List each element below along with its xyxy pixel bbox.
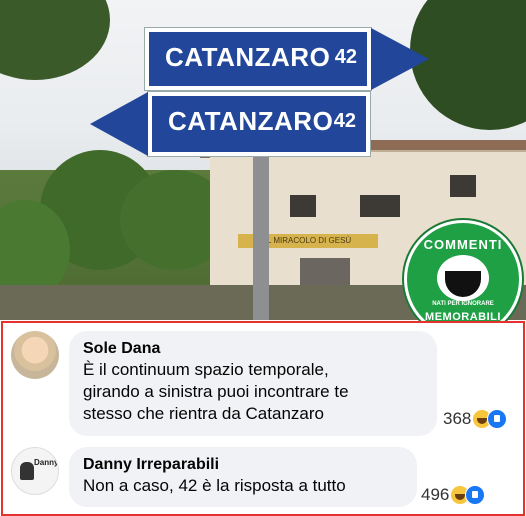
comment-text-line: girando a sinistra puoi incontrare te xyxy=(83,382,349,401)
like-icon xyxy=(465,485,486,505)
sign-distance: 42 xyxy=(334,46,357,68)
avatar-label: Danny xyxy=(34,458,59,467)
sign-distance: 42 xyxy=(333,110,356,132)
comment-text-line: È il continuum spazio temporale, xyxy=(83,360,329,379)
like-icon xyxy=(487,409,508,429)
comment-bubble: Sole Dana È il continuum spazio temporal… xyxy=(69,331,437,436)
comment-text-line: Non a caso, 42 è la risposta a tutto xyxy=(83,476,346,495)
comment-bubble: Danny Irreparabili Non a caso, 42 è la r… xyxy=(69,447,417,507)
sign-catanzaro-left: CATANZARO 42 xyxy=(90,92,370,156)
avatar[interactable] xyxy=(11,331,59,379)
reaction-summary[interactable]: 368 xyxy=(443,409,508,429)
post-image: IL MIRACOLO DI GESÙ CATANZARO 42 CATANZA… xyxy=(0,0,526,516)
comment-author[interactable]: Sole Dana xyxy=(83,339,423,359)
sign-catanzaro-right: CATANZARO 42 xyxy=(145,28,429,90)
reaction-count: 496 xyxy=(421,485,450,504)
comment-text-line: stesso che rientra da Catanzaro xyxy=(83,404,324,423)
reaction-count: 368 xyxy=(443,409,472,428)
comment-author[interactable]: Danny Irreparabili xyxy=(83,455,403,475)
badge-subtitle: NATI PER IGNORARE xyxy=(432,301,494,307)
reaction-summary[interactable]: 496 xyxy=(421,485,486,505)
sign-place: CATANZARO xyxy=(165,42,331,72)
avatar[interactable]: Danny xyxy=(11,447,59,495)
comments-panel: Sole Dana È il continuum spazio temporal… xyxy=(1,321,525,516)
badge-top-text: COMMENTI xyxy=(423,237,503,252)
sign-place: CATANZARO xyxy=(168,106,334,136)
